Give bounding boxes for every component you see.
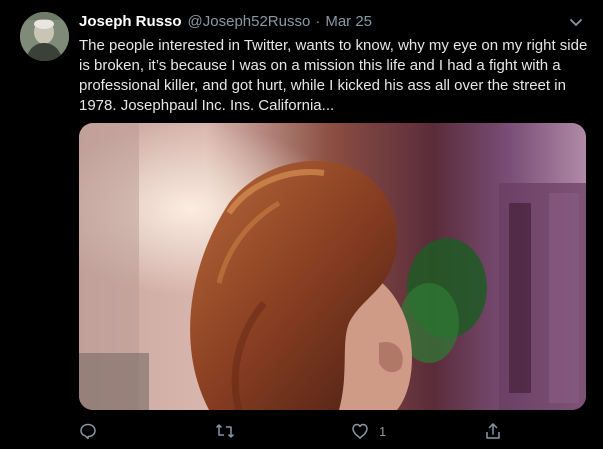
retweet-button[interactable] [215, 420, 235, 442]
heart-icon [351, 422, 369, 440]
like-button[interactable]: 1 [351, 420, 386, 442]
tweet[interactable]: Joseph Russo @Joseph52Russo · Mar 25 The… [0, 0, 603, 449]
tweet-header: Joseph Russo @Joseph52Russo · Mar 25 [79, 13, 372, 33]
retweet-icon [215, 422, 235, 440]
chevron-down-icon[interactable] [566, 12, 586, 32]
timestamp[interactable]: Mar 25 [325, 13, 372, 30]
tweet-actions: 1 [79, 420, 509, 442]
tweet-media-image[interactable] [79, 123, 586, 410]
separator-dot: · [315, 13, 321, 30]
like-count: 1 [379, 423, 387, 439]
display-name[interactable]: Joseph Russo [79, 13, 182, 30]
reply-icon [79, 422, 97, 440]
avatar[interactable] [20, 12, 69, 61]
share-icon [484, 422, 502, 440]
tweet-text: The people interested in Twitter, wants … [79, 37, 588, 114]
user-handle[interactable]: @Joseph52Russo [188, 13, 311, 30]
reply-button[interactable] [79, 420, 97, 442]
share-button[interactable] [484, 420, 502, 442]
